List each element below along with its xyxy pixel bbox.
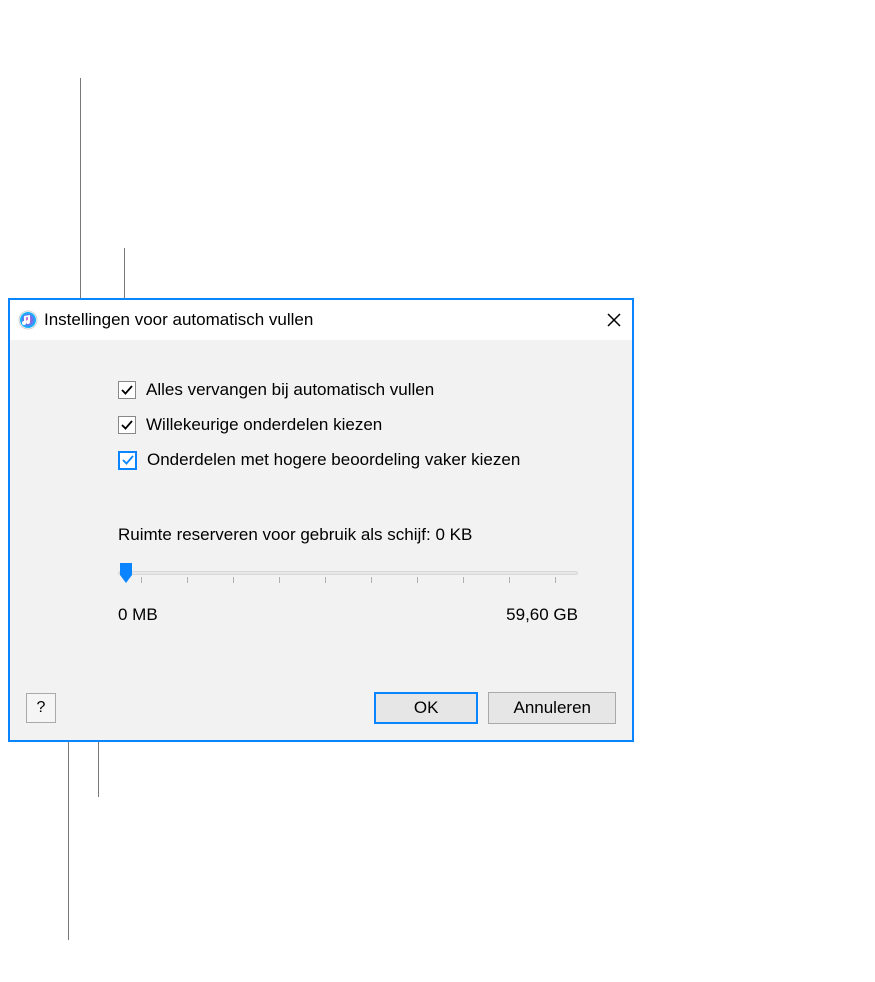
reserve-space-section: Ruimte reserveren voor gebruik als schij… xyxy=(118,525,612,625)
checkbox-replace-all[interactable] xyxy=(118,381,136,399)
slider-track-line xyxy=(118,571,578,575)
ok-button[interactable]: OK xyxy=(374,692,479,724)
checkbox-higher-rated[interactable] xyxy=(118,451,137,470)
slider-max-label: 59,60 GB xyxy=(506,605,578,625)
slider-tick xyxy=(325,577,326,583)
slider-tick xyxy=(555,577,556,583)
slider-tick xyxy=(463,577,464,583)
dialog-title: Instellingen voor automatisch vullen xyxy=(44,310,313,330)
autofill-settings-dialog: Instellingen voor automatisch vullen All… xyxy=(8,298,634,742)
slider-tick xyxy=(509,577,510,583)
slider-tick xyxy=(371,577,372,583)
checkbox-row-higher-rated: Onderdelen met hogere beoordeling vaker … xyxy=(118,450,612,470)
slider-range-labels: 0 MB 59,60 GB xyxy=(118,605,578,625)
dialog-content: Alles vervangen bij automatisch vullen W… xyxy=(10,340,632,740)
slider-tick xyxy=(141,577,142,583)
close-button[interactable] xyxy=(604,310,624,330)
itunes-icon xyxy=(18,310,38,330)
titlebar-left: Instellingen voor automatisch vullen xyxy=(18,310,313,330)
cancel-button[interactable]: Annuleren xyxy=(488,692,616,724)
checkbox-random-items[interactable] xyxy=(118,416,136,434)
slider-tick xyxy=(187,577,188,583)
checkbox-row-random-items: Willekeurige onderdelen kiezen xyxy=(118,415,612,435)
checkbox-label: Willekeurige onderdelen kiezen xyxy=(146,415,382,435)
reserve-space-slider[interactable] xyxy=(118,563,578,593)
checkbox-row-replace-all: Alles vervangen bij automatisch vullen xyxy=(118,380,612,400)
slider-tick xyxy=(417,577,418,583)
slider-tick xyxy=(233,577,234,583)
slider-tick xyxy=(279,577,280,583)
checkbox-label: Alles vervangen bij automatisch vullen xyxy=(146,380,434,400)
slider-label: Ruimte reserveren voor gebruik als schij… xyxy=(118,525,612,545)
slider-thumb[interactable] xyxy=(118,561,134,585)
help-button[interactable]: ? xyxy=(26,693,56,723)
dialog-titlebar: Instellingen voor automatisch vullen xyxy=(10,300,632,340)
checkbox-label: Onderdelen met hogere beoordeling vaker … xyxy=(147,450,520,470)
slider-min-label: 0 MB xyxy=(118,605,158,625)
dialog-button-row: ? OK Annuleren xyxy=(26,692,616,724)
